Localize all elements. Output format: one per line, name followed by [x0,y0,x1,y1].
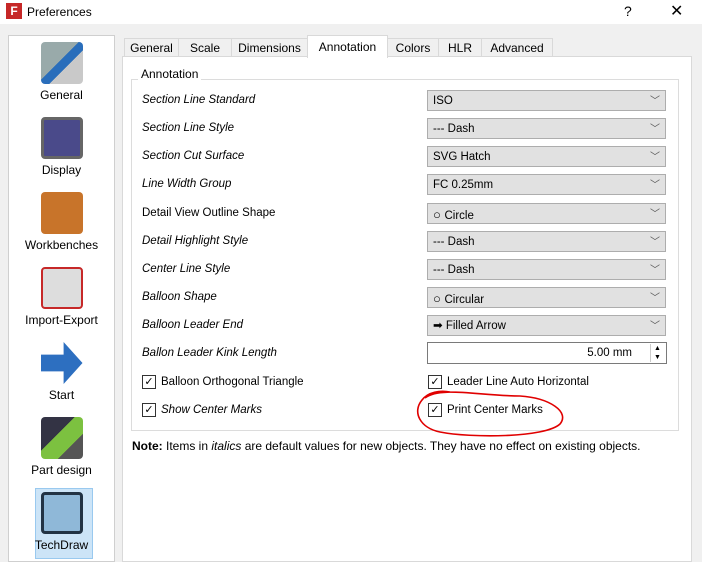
red-annotation-circle [416,390,564,437]
note-italic: italics [211,439,242,453]
note-text: Note: Items in italics are default value… [132,438,652,454]
note-pre: Items in [162,439,212,453]
note-bold: Note: [132,439,163,453]
note-post: are default values for new objects. They… [241,439,641,453]
tab-annotation[interactable]: Annotation [307,35,388,58]
